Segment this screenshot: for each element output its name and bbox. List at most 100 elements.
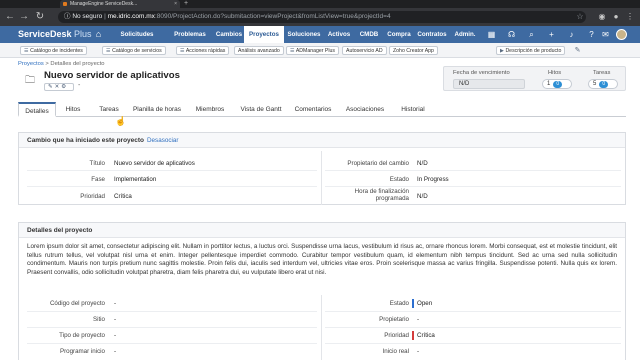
breadcrumb-proyectos-link[interactable]: Proyectos [18, 61, 44, 67]
url-host: me.idric.com.mx [107, 13, 155, 20]
browser-tab-title: ManageEngine ServiceDesk... [70, 1, 138, 7]
desasociar-link[interactable]: Desasociar [147, 137, 179, 144]
change-priority-value: Crítica [114, 193, 132, 200]
title-dash: - [78, 82, 81, 89]
browser-tab[interactable]: ManageEngine ServiceDesk... × [60, 0, 180, 8]
insecure-label: No seguro [72, 13, 103, 20]
folder-icon: 🗀 [25, 75, 35, 86]
change-phase-value: Implementation [114, 176, 157, 183]
project-status-value: Open [417, 300, 433, 307]
nav-tab-cmdb[interactable]: CMDB [354, 26, 384, 43]
tab-detalles[interactable]: Detalles [18, 102, 56, 117]
nav-tab-admin[interactable]: Admin. [450, 26, 480, 43]
change-owner-label: Propietario del cambio [347, 160, 409, 167]
profile-icon[interactable]: ● [610, 11, 622, 23]
row-divider [27, 186, 317, 187]
due-date-value: N/D [453, 79, 525, 89]
quick-descripcion-producto[interactable]: ▶ Descripción de producto [496, 46, 566, 55]
browser-tabstrip: ManageEngine ServiceDesk... × + [0, 0, 640, 8]
nav-tab-cambios[interactable]: Cambios [214, 26, 244, 43]
column-divider [321, 295, 322, 360]
project-priority-label: Prioridad [384, 332, 409, 339]
project-code-value: - [114, 300, 117, 307]
details-panel: Detalles del proyecto Lorem ipsum dolor … [18, 222, 626, 360]
nav-tab-contratos[interactable]: Contratos [414, 26, 450, 43]
close-tab-icon[interactable]: × [174, 0, 177, 8]
breadcrumb: Proyectos > Detalles del proyecto [18, 61, 105, 67]
row-divider [325, 311, 621, 312]
grid-icon[interactable]: ▦ [486, 29, 497, 40]
home-icon[interactable]: ⌂ [93, 29, 104, 40]
back-icon[interactable]: ← [4, 11, 16, 23]
tasks-count[interactable]: 50 [588, 79, 618, 89]
tab-asociaciones[interactable]: Asociaciones [338, 102, 392, 117]
tab-comentarios[interactable]: Comentarios [288, 102, 338, 117]
change-panel-header: Cambio que ha iniciado este proyecto Des… [19, 133, 625, 148]
details-panel-title: Detalles del proyecto [27, 227, 93, 234]
change-panel: Cambio que ha iniciado este proyecto Des… [18, 132, 626, 205]
chat-icon[interactable]: ✉ [600, 29, 611, 40]
nav-tab-activos[interactable]: Activos [324, 26, 354, 43]
menu-icon[interactable]: ⋮ [624, 11, 636, 23]
tab-planilla-horas[interactable]: Planilla de horas [128, 102, 186, 117]
breadcrumb-current: Detalles del proyecto [50, 61, 105, 67]
row-divider [27, 170, 317, 171]
quick-catalogo-incidentes[interactable]: ☰ Catálogo de incidentes [20, 46, 87, 55]
tab-vista-gantt[interactable]: Vista de Gantt [234, 102, 288, 117]
row-divider [325, 170, 621, 171]
nav-tab-soluciones[interactable]: Soluciones [284, 26, 324, 43]
tab-tareas[interactable]: Tareas [90, 102, 128, 117]
quick-admanager-plus[interactable]: ☰ ADManager Plus [286, 46, 340, 55]
brand-logo[interactable]: ServiceDesk Plus [18, 29, 92, 40]
tab-miembros[interactable]: Miembros [186, 102, 234, 117]
bell-icon[interactable]: ♪ [566, 29, 577, 40]
search-icon[interactable]: ⌕ [526, 29, 537, 40]
project-priority-value: Crítica [417, 332, 435, 339]
tasks-label: Tareas [593, 70, 611, 76]
project-code-label: Código del proyecto [49, 300, 105, 307]
change-title-value: Nuevo servidor de aplicativos [114, 160, 195, 167]
title-actions[interactable]: ✎✕⚙ [44, 83, 74, 91]
nav-tab-compra[interactable]: Compra [384, 26, 414, 43]
add-icon[interactable]: + [546, 29, 557, 40]
quick-catalogo-servicios[interactable]: ☰ Catálogo de servicios [102, 46, 166, 55]
project-status-label: Estado [389, 300, 409, 307]
change-panel-title: Cambio que ha iniciado este proyecto [27, 137, 145, 144]
row-divider [27, 327, 317, 328]
nav-tab-solicitudes[interactable]: Solicitudes [108, 26, 166, 43]
quick-zoho-creator[interactable]: Zoho Creator App [389, 46, 438, 55]
milestones-count[interactable]: 10 [542, 79, 572, 89]
forward-icon[interactable]: → [18, 11, 30, 23]
nav-tab-proyectos[interactable]: Proyectos [244, 26, 284, 43]
address-bar[interactable]: ⓘ No seguro | me.idric.com.mx:8090/Proje… [58, 11, 586, 23]
avatar[interactable] [616, 29, 627, 40]
project-type-label: Tipo de proyecto [59, 332, 105, 339]
page-title: Nuevo servidor de aplicativos [44, 70, 180, 81]
quick-links-bar: ☰ Catálogo de incidentes ☰ Catálogo de s… [0, 43, 640, 58]
nav-tab-problemas[interactable]: Problemas [166, 26, 214, 43]
priority-color-bar [412, 331, 414, 340]
row-divider [325, 343, 621, 344]
project-owner-label: Propietario [379, 316, 409, 323]
quick-acciones-rapidas[interactable]: ☰ Acciones rápidas [176, 46, 230, 55]
tab-historial[interactable]: Historial [392, 102, 434, 117]
new-tab-icon[interactable]: + [184, 0, 188, 8]
details-panel-header: Detalles del proyecto [19, 223, 625, 238]
star-icon[interactable]: ☆ [574, 11, 586, 23]
extension-icon[interactable]: ◉ [596, 11, 608, 23]
quick-autoservicio-ad[interactable]: Autoservicio AD [342, 46, 387, 55]
project-summary-box: Fecha de vencimiento N/D Hitos 10 Tareas… [443, 66, 626, 91]
change-status-value: In Progress [417, 176, 449, 183]
reload-icon[interactable]: ↻ [34, 11, 46, 23]
headset-icon[interactable]: ☊ [506, 29, 517, 40]
site-value: - [114, 316, 117, 323]
row-divider [27, 311, 317, 312]
change-phase-label: Fase [91, 176, 105, 183]
help-icon[interactable]: ? [586, 29, 597, 40]
row-divider [325, 327, 621, 328]
change-end-label: Hora de finalización programada [354, 188, 409, 202]
tab-hitos[interactable]: Hitos [56, 102, 90, 117]
url-path: :8090/ProjectAction.do?submitaction=view… [154, 13, 391, 20]
quick-analisis-avanzado[interactable]: Análisis avanzado [234, 46, 284, 55]
edit-icon[interactable]: ✎ [572, 45, 583, 56]
